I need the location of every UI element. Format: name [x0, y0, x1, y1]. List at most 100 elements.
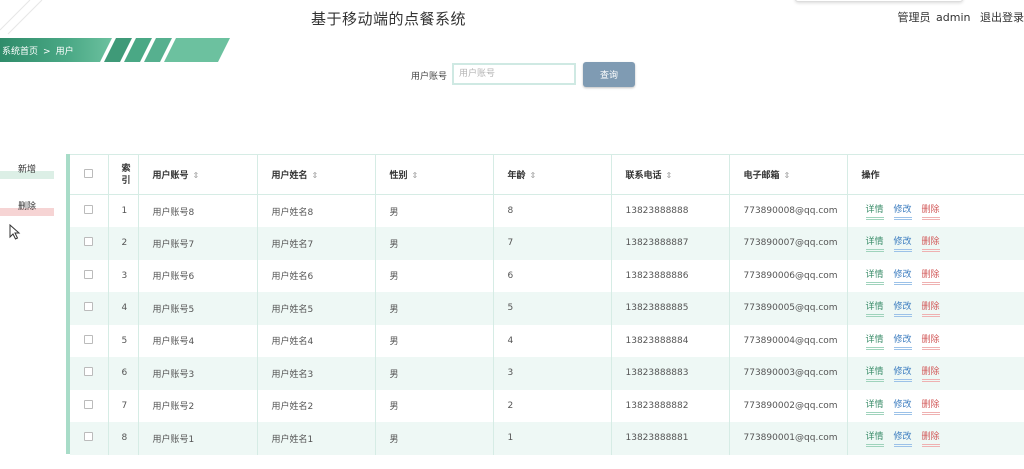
row-checkbox[interactable] [84, 399, 93, 409]
cell-ops: 详情 修改 删除 [847, 422, 1024, 455]
row-delete-button[interactable]: 删除 [921, 202, 940, 220]
row-delete-button[interactable]: 删除 [921, 397, 940, 415]
search-button[interactable]: 查询 [583, 62, 635, 87]
row-checkbox[interactable] [84, 302, 93, 312]
col-header-gender[interactable]: 性别 ⇕ [375, 154, 494, 195]
detail-button[interactable]: 详情 [865, 234, 884, 253]
sort-icon: ⇕ [783, 171, 791, 180]
edit-button[interactable]: 修改 [893, 429, 912, 448]
row-select-cell [70, 422, 109, 455]
row-checkbox[interactable] [84, 334, 93, 344]
col-header-phone[interactable]: 联系电话 ⇕ [611, 154, 730, 195]
edit-button[interactable]: 修改 [893, 332, 912, 350]
cell-email: 773890005@qq.com [729, 292, 848, 325]
search-input[interactable] [452, 63, 576, 85]
select-all-checkbox[interactable] [84, 168, 93, 178]
edit-button[interactable]: 修改 [893, 299, 912, 318]
cell-email: 773890003@qq.com [729, 357, 848, 390]
cell-phone: 13823888883 [611, 357, 730, 390]
col-header-age-label: 年龄 [507, 171, 526, 181]
col-header-account[interactable]: 用户账号 ⇕ [138, 154, 258, 195]
cell-email: 773890008@qq.com [729, 194, 848, 227]
cell-email: 773890001@qq.com [729, 422, 848, 455]
cell-index: 3 [108, 259, 139, 292]
col-header-index: 索引 [108, 154, 139, 195]
cell-phone: 13823888882 [611, 389, 730, 422]
row-delete-button[interactable]: 删除 [921, 267, 940, 285]
user-role: 管理员 [897, 11, 931, 24]
table-row: 1 用户账号8 用户姓名8 男 8 13823888888 773890008@qq.com… [70, 194, 1024, 227]
top-popup-edge [795, 0, 963, 2]
delete-button[interactable]: 删除 [0, 198, 54, 216]
sort-icon: ⇕ [411, 171, 419, 180]
cell-gender: 男 [375, 357, 494, 390]
cell-ops: 详情 修改 删除 [847, 259, 1024, 292]
table-row: 5 用户账号4 用户姓名4 男 4 13823888884 773890004@qq.com… [70, 324, 1024, 357]
edit-button[interactable]: 修改 [893, 234, 912, 253]
row-delete-button[interactable]: 删除 [921, 429, 940, 448]
search-label: 用户账号 [411, 72, 448, 82]
cell-name: 用户姓名8 [257, 194, 376, 227]
select-all-cell [70, 154, 109, 195]
row-checkbox[interactable] [84, 205, 93, 214]
breadcrumb-separator: > [43, 47, 51, 57]
row-delete-button[interactable]: 删除 [921, 332, 940, 350]
user-area: 管理员 admin 退出登录 [896, 9, 1024, 25]
col-header-account-label: 用户账号 [152, 171, 189, 181]
row-checkbox[interactable] [84, 367, 93, 377]
table-row: 3 用户账号6 用户姓名6 男 6 13823888886 773890006@qq.com… [70, 259, 1024, 292]
user-name: admin [936, 11, 971, 24]
edit-button[interactable]: 修改 [893, 267, 912, 285]
cell-account: 用户账号4 [138, 324, 258, 357]
detail-button[interactable]: 详情 [865, 299, 884, 318]
row-checkbox[interactable] [84, 269, 93, 279]
edit-button[interactable]: 修改 [893, 364, 912, 383]
table-row: 8 用户账号1 用户姓名1 男 1 13823888881 773890001@qq.com… [70, 422, 1024, 455]
breadcrumb-home[interactable]: 系统首页 [2, 47, 38, 57]
row-delete-button[interactable]: 删除 [921, 299, 940, 318]
detail-button[interactable]: 详情 [865, 267, 884, 285]
row-select-cell [70, 292, 109, 325]
cell-name: 用户姓名7 [257, 227, 376, 260]
row-select-cell [70, 357, 109, 390]
detail-button[interactable]: 详情 [865, 364, 884, 383]
edit-button[interactable]: 修改 [893, 202, 912, 220]
detail-button[interactable]: 详情 [865, 202, 884, 220]
col-header-age[interactable]: 年龄 ⇕ [493, 154, 612, 195]
cell-age: 1 [493, 422, 612, 455]
breadcrumb-current: 用户 [55, 47, 74, 57]
app-root: 基于移动端的点餐系统 管理员 admin 退出登录 系统首页 > 用户 用户账号 查… [0, 0, 1024, 469]
cell-ops: 详情 修改 删除 [847, 194, 1024, 227]
row-checkbox[interactable] [84, 432, 93, 442]
row-checkbox[interactable] [84, 237, 93, 247]
user-table-container: 索引 用户账号 ⇕ 用户姓名 ⇕ 性别 ⇕ 年龄 ⇕ 联系电话 ⇕ 电子邮箱 ⇕ 操作 1用… [66, 154, 1024, 455]
col-header-phone-label: 联系电话 [625, 171, 662, 181]
detail-button[interactable]: 详情 [865, 332, 884, 350]
edit-button[interactable]: 修改 [893, 397, 912, 415]
cell-index: 5 [108, 324, 139, 357]
sort-icon: ⇕ [529, 171, 537, 180]
cell-index: 7 [108, 389, 139, 422]
col-header-ops: 操作 [847, 154, 1024, 195]
col-header-name[interactable]: 用户姓名 ⇕ [257, 154, 376, 195]
logout-link[interactable]: 退出登录 [980, 11, 1024, 24]
cell-name: 用户姓名4 [257, 324, 376, 357]
col-header-email[interactable]: 电子邮箱 ⇕ [729, 154, 848, 195]
cell-gender: 男 [375, 259, 494, 292]
row-delete-button[interactable]: 删除 [921, 234, 940, 253]
decorative-stripes [0, 0, 43, 35]
cell-gender: 男 [375, 227, 494, 260]
row-delete-button[interactable]: 删除 [921, 364, 940, 383]
detail-button[interactable]: 详情 [865, 397, 884, 415]
row-select-cell [70, 259, 109, 292]
cell-index: 8 [108, 422, 139, 455]
col-header-gender-label: 性别 [389, 171, 408, 181]
breadcrumb: 系统首页 > 用户 [2, 44, 74, 57]
cell-phone: 13823888888 [611, 194, 730, 227]
cell-name: 用户姓名1 [257, 422, 376, 455]
cell-gender: 男 [375, 324, 494, 357]
col-header-index-label: 索引 [121, 163, 131, 186]
add-button[interactable]: 新增 [0, 161, 54, 179]
cell-email: 773890006@qq.com [729, 259, 848, 292]
detail-button[interactable]: 详情 [865, 429, 884, 448]
